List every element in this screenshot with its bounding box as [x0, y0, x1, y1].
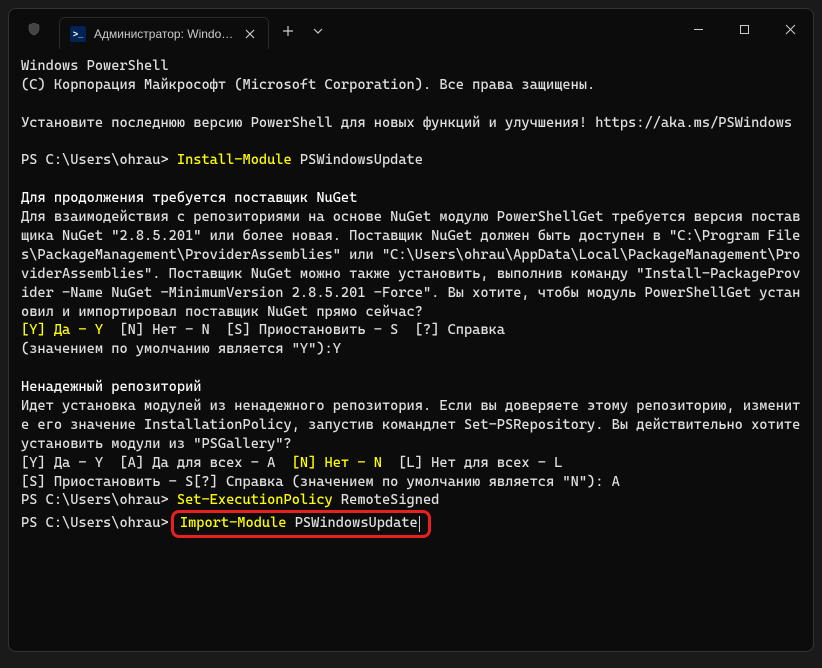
repo-options-1: [Y] Да - Y [A] Да для всех - A [N] Нет -… [21, 454, 801, 473]
close-tab-button[interactable] [242, 26, 258, 42]
copyright-line: (C) Корпорация Майкрософт (Microsoft Cor… [21, 76, 801, 95]
header-line: Windows PowerShell [21, 57, 801, 76]
powershell-icon: >_ [70, 26, 86, 42]
repo-body: Идет установка модулей из ненадежного ре… [21, 397, 801, 454]
repo-title: Ненадежный репозиторий [21, 378, 801, 397]
command-line-2: PS C:\Users\ohrau> Set-ExecutionPolicy R… [21, 491, 801, 510]
highlight-annotation: Import-Module PSWindowsUpdate [171, 510, 431, 538]
titlebar: >_ Администратор: Windows Po [9, 9, 813, 49]
terminal-window: >_ Администратор: Windows Po Windows Pow… [8, 8, 814, 652]
shield-icon [9, 9, 59, 49]
nuget-title: Для продолжения требуется поставщик NuGe… [21, 189, 801, 208]
cursor [419, 516, 420, 532]
tab-title: Администратор: Windows Po [94, 27, 234, 41]
nuget-options: [Y] Да - Y [N] Нет - N [S] Приостановить… [21, 321, 801, 340]
new-tab-button[interactable] [273, 16, 303, 46]
terminal-content[interactable]: Windows PowerShell (C) Корпорация Майкро… [9, 49, 813, 651]
active-tab[interactable]: >_ Администратор: Windows Po [59, 17, 269, 49]
install-note: Установите последнюю версию PowerShell д… [21, 114, 801, 133]
tab-dropdown-button[interactable] [303, 16, 333, 46]
close-button[interactable] [767, 9, 813, 49]
command-line-1: PS C:\Users\ohrau> Install-Module PSWind… [21, 151, 801, 170]
maximize-button[interactable] [721, 9, 767, 49]
nuget-body: Для взаимодействия с репозиториями на ос… [21, 208, 801, 321]
nuget-default: (значением по умолчанию является "Y"):Y [21, 340, 801, 359]
window-controls [675, 9, 813, 49]
minimize-button[interactable] [675, 9, 721, 49]
command-line-3: PS C:\Users\ohrau> Import-Module PSWindo… [21, 510, 801, 538]
repo-options-2: [S] Приостановить - S[?] Справка (значен… [21, 473, 801, 492]
